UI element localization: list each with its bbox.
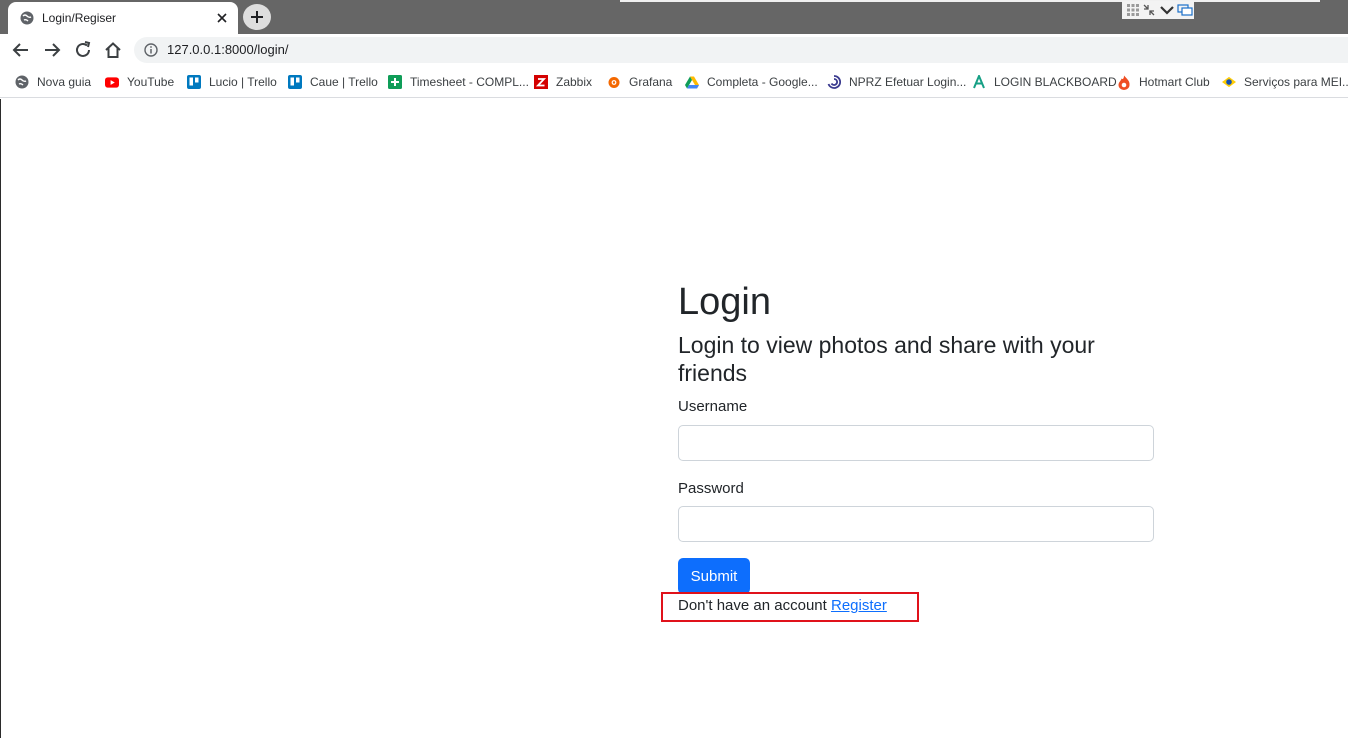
tab-title: Login/Regiser xyxy=(42,11,117,25)
trello-icon xyxy=(288,75,302,89)
bookmark-label: Completa - Google... xyxy=(707,75,818,89)
home-icon[interactable] xyxy=(102,39,124,61)
title-bar-edge xyxy=(620,0,1320,2)
new-tab-button[interactable] xyxy=(243,4,271,30)
page-subtitle: Login to view photos and share with your… xyxy=(678,332,1095,386)
bookmark-lucio-trello[interactable]: Lucio | Trello xyxy=(187,73,277,91)
grid-icon[interactable] xyxy=(1126,3,1140,17)
bookmark-servicos-mei[interactable]: Serviços para MEI... xyxy=(1222,73,1348,91)
bookmark-completa-google[interactable]: Completa - Google... xyxy=(685,73,818,91)
grafana-icon xyxy=(607,75,621,89)
reload-icon[interactable] xyxy=(72,39,94,61)
bookmark-label: NPRZ Efetuar Login... xyxy=(849,75,967,89)
close-tab-icon[interactable] xyxy=(214,10,230,26)
bookmark-nova-guia[interactable]: Nova guia xyxy=(15,73,91,91)
drive-icon xyxy=(685,75,699,89)
bookmark-label: Caue | Trello xyxy=(310,75,378,89)
globe-icon xyxy=(15,75,29,89)
plus-icon xyxy=(251,11,263,23)
bookmark-hotmart[interactable]: Hotmart Club xyxy=(1117,73,1210,91)
window-controls xyxy=(1122,1,1194,19)
back-arrow-icon[interactable] xyxy=(10,39,32,61)
submit-button[interactable]: Submit xyxy=(678,558,750,594)
globe-icon xyxy=(20,11,34,25)
bookmark-grafana[interactable]: Grafana xyxy=(607,73,672,91)
bookmark-label: Nova guia xyxy=(37,75,92,89)
page-title: Login xyxy=(678,281,771,323)
chevron-down-icon[interactable] xyxy=(1159,3,1175,17)
youtube-icon xyxy=(105,75,119,89)
bookmark-label: Grafana xyxy=(629,75,673,89)
zabbix-icon xyxy=(534,75,548,89)
bookmark-label: Serviços para MEI... xyxy=(1244,75,1348,89)
sheets-icon xyxy=(388,75,402,89)
bookmark-caue-trello[interactable]: Caue | Trello xyxy=(288,73,378,91)
password-input[interactable] xyxy=(678,506,1154,542)
bookmark-label: Lucio | Trello xyxy=(209,75,277,89)
hotmart-icon xyxy=(1117,75,1131,90)
tab-strip: Login/Regiser xyxy=(0,0,1348,34)
bookmark-timesheet[interactable]: Timesheet - COMPL... xyxy=(388,73,529,91)
browser-toolbar: 127.0.0.1:8000/login/ xyxy=(0,34,1348,66)
collapse-icon[interactable] xyxy=(1142,3,1156,17)
remote-desktop-icon[interactable] xyxy=(1177,3,1193,17)
trello-icon xyxy=(187,75,201,89)
username-label: Username xyxy=(678,398,748,415)
bookmark-nprz[interactable]: NPRZ Efetuar Login... xyxy=(827,73,966,91)
bookmark-label: Timesheet - COMPL... xyxy=(410,75,529,89)
bookmark-login-blackboard[interactable]: LOGIN BLACKBOARD xyxy=(972,73,1117,91)
bookmark-youtube[interactable]: YouTube xyxy=(105,73,174,91)
bookmark-label: Zabbix xyxy=(556,75,593,89)
active-tab[interactable]: Login/Regiser xyxy=(8,2,238,34)
address-bar[interactable]: 127.0.0.1:8000/login/ xyxy=(134,37,1348,63)
bookmark-zabbix[interactable]: Zabbix xyxy=(534,73,592,91)
address-url[interactable]: 127.0.0.1:8000/login/ xyxy=(167,42,288,57)
blackboard-icon xyxy=(972,75,986,89)
info-icon[interactable] xyxy=(144,43,158,57)
bookmark-label: Hotmart Club xyxy=(1139,75,1210,89)
gov-icon xyxy=(1222,75,1236,89)
bookmarks-bar: Nova guia YouTube Lucio | Trello Caue | … xyxy=(0,66,1348,98)
username-input[interactable] xyxy=(678,425,1154,461)
swirl-icon xyxy=(827,75,841,89)
bookmark-label: YouTube xyxy=(127,75,175,89)
annotation-highlight-box xyxy=(661,592,919,622)
password-label: Password xyxy=(678,480,744,497)
forward-arrow-icon[interactable] xyxy=(41,39,63,61)
bookmark-label: LOGIN BLACKBOARD xyxy=(994,75,1117,89)
page-viewport: Login Login to view photos and share wit… xyxy=(0,99,1348,738)
